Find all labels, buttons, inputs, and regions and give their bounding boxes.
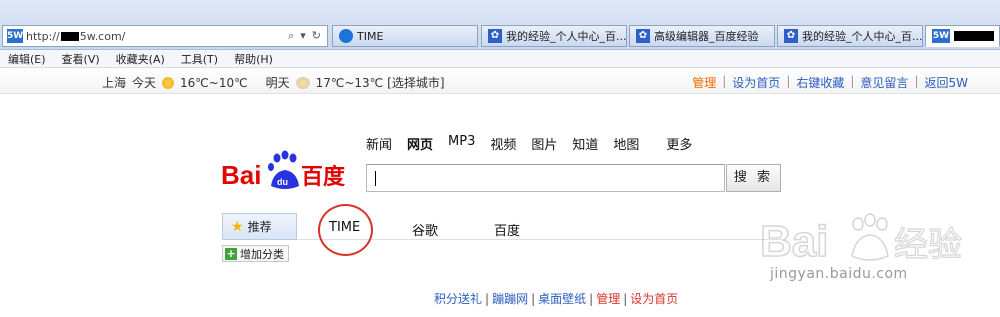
add-category-button[interactable]: + 增加分类 <box>222 245 289 262</box>
nav-more[interactable]: 更多 <box>666 134 692 153</box>
search-button[interactable]: 搜 索 <box>726 164 781 192</box>
partly-cloudy-icon <box>295 76 310 89</box>
nav-video[interactable]: 视频 <box>490 134 516 153</box>
svg-text:经验: 经验 <box>894 225 962 265</box>
baidu-logo: Bai du 百度 <box>221 150 346 190</box>
bookmark-link[interactable]: 右键收藏 <box>790 74 850 91</box>
baidu-jingyan-watermark: Bai 经验 <box>760 213 963 267</box>
weather-widget: 上海 今天 16℃~10℃ 明天 17℃~13℃ [选择城市] <box>102 74 445 91</box>
nav-web[interactable]: 网页 <box>407 134 433 153</box>
tab-baidu[interactable]: 百度 <box>494 220 520 239</box>
menu-favorites[interactable]: 收藏夹(A) <box>108 51 173 67</box>
search-icon[interactable]: ⌕ <box>288 29 294 43</box>
sunny-icon <box>162 76 175 89</box>
feedback-link[interactable]: 意见留言 <box>854 74 914 91</box>
nav-images[interactable]: 图片 <box>531 134 557 153</box>
browser-tab-time[interactable]: TIME <box>332 25 478 47</box>
add-category-label: 增加分类 <box>240 247 284 261</box>
info-bar: 上海 今天 16℃~10℃ 明天 17℃~13℃ [选择城市] 管理 | 设为首… <box>0 68 1000 94</box>
svg-text:Bai: Bai <box>221 160 261 190</box>
separator: | <box>623 292 628 306</box>
menu-edit[interactable]: 编辑(E) <box>0 51 54 67</box>
set-homepage-link[interactable]: 设为首页 <box>726 74 786 91</box>
nav-news[interactable]: 新闻 <box>366 134 392 153</box>
return-5w-link[interactable]: 返回5W <box>918 74 974 91</box>
site-5w-favicon: 5W <box>7 29 24 43</box>
footer-links: 积分送礼 | 蹦蹦网 | 桌面壁纸 | 管理 | 设为首页 <box>434 290 678 307</box>
baidu-paw-icon: ✿ <box>784 29 798 43</box>
browser-tab-advanced-editor[interactable]: ✿ 高级编辑器_百度经验 <box>629 25 775 47</box>
redacted-mask <box>954 31 994 41</box>
wallpaper-link[interactable]: 桌面壁纸 <box>538 292 586 306</box>
svg-text:Bai: Bai <box>760 217 828 266</box>
site-5w-icon: 5W <box>932 29 950 43</box>
tab-label: 我的经验_个人中心_百... <box>506 30 627 43</box>
footer-manage-link[interactable]: 管理 <box>596 292 620 306</box>
tab-recommend[interactable]: ★ 推荐 <box>222 213 297 240</box>
nav-zhidao[interactable]: 知道 <box>572 134 598 153</box>
tab-label: TIME <box>357 29 384 43</box>
menu-view[interactable]: 查看(V) <box>54 51 108 67</box>
browser-tab-experience-center[interactable]: ✿ 我的经验_个人中心_百... <box>481 25 627 47</box>
star-icon: ★ <box>231 218 244 235</box>
menu-bar: 编辑(E) 查看(V) 收藏夹(A) 工具(T) 帮助(H) <box>0 50 1000 68</box>
weather-tomorrow-temp: 17℃~13℃ <box>315 75 384 90</box>
menu-tools[interactable]: 工具(T) <box>173 51 226 67</box>
tab-label: 高级编辑器_百度经验 <box>654 30 759 43</box>
separator: | <box>531 292 536 306</box>
annotation-circle <box>318 204 373 256</box>
nav-map[interactable]: 地图 <box>613 134 639 153</box>
browser-chrome: 5W http://5w.com/ ⌕ ▾ ↻ TIME ✿ 我的经验_个人中心… <box>0 0 1000 50</box>
redacted-mask <box>60 32 79 41</box>
browser-tab-5w[interactable]: 5W <box>925 25 1000 47</box>
separator: | <box>485 292 490 306</box>
globe-icon <box>339 29 353 43</box>
dropdown-icon[interactable]: ▾ <box>300 29 306 43</box>
nav-mp3[interactable]: MP3 <box>448 134 475 153</box>
text-caret <box>375 171 376 186</box>
tab-label: 推荐 <box>247 220 272 234</box>
footer-set-homepage-link[interactable]: 设为首页 <box>630 292 678 306</box>
baidu-paw-icon: ✿ <box>488 29 502 43</box>
weather-tomorrow-label: 明天 <box>265 76 290 90</box>
browser-tab-experience-center-2[interactable]: ✿ 我的经验_个人中心_百... <box>777 25 923 47</box>
tab-google[interactable]: 谷歌 <box>412 220 438 239</box>
address-bar[interactable]: 5W http://5w.com/ ⌕ ▾ ↻ <box>2 25 328 47</box>
tab-label: 我的经验_个人中心_百... <box>802 30 923 43</box>
watermark-url: jingyan.baidu.com <box>770 266 908 282</box>
baidu-paw-icon: ✿ <box>636 29 650 43</box>
search-input[interactable] <box>366 164 725 192</box>
select-city-link[interactable]: [选择城市] <box>387 74 444 91</box>
weather-city: 上海 <box>102 76 127 90</box>
separator: | <box>589 292 594 306</box>
top-links: 管理 | 设为首页 | 右键收藏 | 意见留言 | 返回5W <box>686 74 974 91</box>
svg-text:百度: 百度 <box>301 164 346 190</box>
refresh-icon[interactable]: ↻ <box>312 29 321 43</box>
plus-icon: + <box>225 246 237 260</box>
points-gift-link[interactable]: 积分送礼 <box>434 292 482 306</box>
manage-link[interactable]: 管理 <box>686 74 722 91</box>
bengbeng-link[interactable]: 蹦蹦网 <box>492 292 528 306</box>
weather-today-label: 今天 <box>132 76 157 90</box>
address-url[interactable]: http://5w.com/ <box>26 30 288 43</box>
weather-today-temp: 16℃~10℃ <box>180 75 248 90</box>
category-tab-bar: ★ 推荐 TIME 谷歌 百度 <box>222 213 782 240</box>
search-category-nav: 新闻 网页 MP3 视频 图片 知道 地图 更多 <box>366 134 707 153</box>
menu-help[interactable]: 帮助(H) <box>226 51 281 67</box>
svg-text:du: du <box>277 177 288 187</box>
